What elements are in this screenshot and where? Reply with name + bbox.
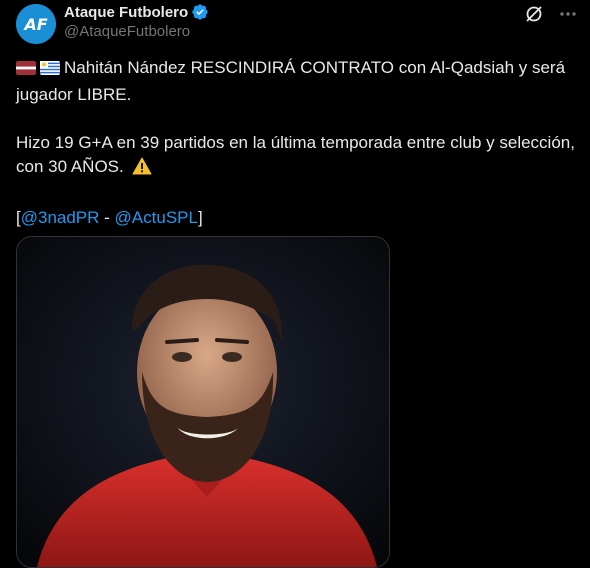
uruguay-flag-icon <box>40 59 60 83</box>
author-name-row: Ataque Futbolero <box>64 3 209 21</box>
tweet-paragraph-1: Nahitán Nández RESCINDIRÁ CONTRATO con A… <box>16 56 576 107</box>
latvia-flag-icon <box>16 59 36 83</box>
credit-close-bracket: ] <box>197 208 203 227</box>
svg-text:AF: AF <box>22 15 47 34</box>
player-photo <box>17 237 389 567</box>
tweet-actions-top <box>524 4 578 24</box>
credit-link-3nadpr[interactable]: @3nadPR <box>21 208 100 227</box>
grok-icon[interactable] <box>524 4 544 24</box>
credit-separator: - <box>99 208 115 227</box>
warning-icon <box>132 157 152 182</box>
tweet-text: Nahitán Nández RESCINDIRÁ CONTRATO con A… <box>16 56 576 230</box>
author-display-name[interactable]: Ataque Futbolero <box>64 4 188 21</box>
ataque-futbolero-logo-icon: AF <box>16 4 56 44</box>
more-options-icon[interactable] <box>558 4 578 24</box>
verified-badge-icon <box>191 3 209 21</box>
author-avatar[interactable]: AF <box>16 4 56 44</box>
tweet-media-image[interactable] <box>16 236 390 568</box>
tweet-paragraph-2: Hizo 19 G+A en 39 partidos en la última … <box>16 131 576 182</box>
tweet-line-1: Nahitán Nández RESCINDIRÁ CONTRATO con A… <box>16 58 566 104</box>
tweet-credits: [@3nadPR - @ActuSPL] <box>16 206 576 230</box>
author-handle[interactable]: @AtaqueFutbolero <box>64 23 190 40</box>
credit-link-actuspl[interactable]: @ActuSPL <box>115 208 198 227</box>
tweet-line-2: Hizo 19 G+A en 39 partidos en la última … <box>16 133 575 176</box>
